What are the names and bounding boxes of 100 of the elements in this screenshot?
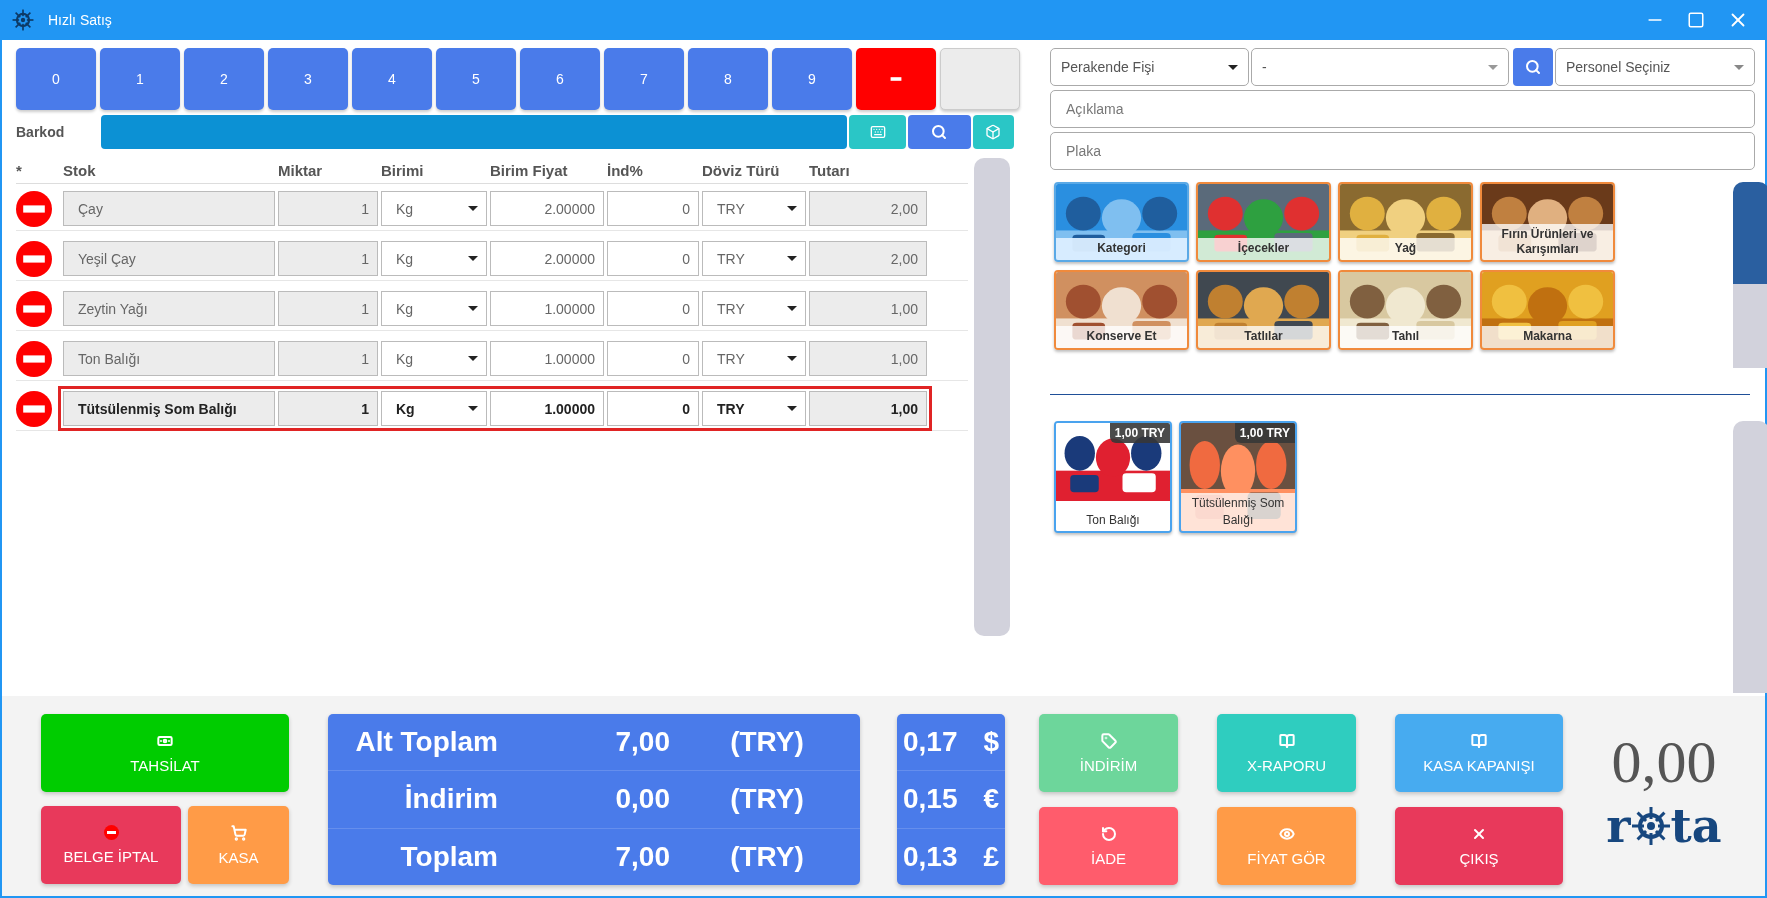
unit-select[interactable]: Kg: [381, 291, 487, 326]
unit-price-field[interactable]: 2.00000: [490, 241, 604, 276]
total-label: Alt Toplam: [354, 726, 498, 759]
keypad-key[interactable]: 1: [100, 48, 180, 110]
caret-icon: [468, 256, 478, 261]
currency-select[interactable]: TRY: [702, 391, 806, 426]
quantity-field[interactable]: 1: [278, 291, 378, 326]
customer-select[interactable]: -: [1251, 48, 1509, 86]
keypad-key[interactable]: 2: [184, 48, 264, 110]
unit-price-field[interactable]: 1.00000: [490, 391, 604, 426]
keypad-key[interactable]: 9: [772, 48, 852, 110]
quantity-field[interactable]: 1: [278, 341, 378, 376]
product-tile[interactable]: 1,00 TRY Tütsülenmiş Som Balığı: [1179, 421, 1297, 533]
description-field[interactable]: Açıklama: [1050, 90, 1755, 128]
window-title: Hızlı Satış: [48, 12, 113, 28]
remove-row-icon[interactable]: [16, 340, 52, 377]
total-currency: (TRY): [729, 726, 805, 759]
remove-row-icon[interactable]: [16, 240, 52, 277]
currency-symbol: €: [983, 783, 999, 816]
category-tile[interactable]: İçecekler: [1196, 182, 1331, 262]
wheel-icon: [12, 9, 34, 31]
unit-price-field[interactable]: 1.00000: [490, 291, 604, 326]
unit-select[interactable]: Kg: [381, 341, 487, 376]
action-button[interactable]: BELGE İPTAL: [41, 806, 181, 884]
category-tile[interactable]: Konserve Et: [1054, 270, 1189, 350]
category-tile[interactable]: Tatlılar: [1196, 270, 1331, 350]
cart-icon: [230, 824, 247, 841]
category-tile[interactable]: Fırın Ürünleri ve Karışımları: [1480, 182, 1615, 262]
barcode-field[interactable]: [101, 115, 848, 149]
caret-icon: [787, 256, 797, 261]
unit-select[interactable]: Kg: [381, 191, 487, 226]
discount-field[interactable]: 0: [607, 391, 699, 426]
remove-row-icon[interactable]: [16, 390, 52, 427]
keypad-key[interactable]: 4: [352, 48, 432, 110]
caret-icon: [468, 356, 478, 361]
minus-circle-icon[interactable]: [103, 825, 119, 840]
price-badge: 1,00 TRY: [1234, 423, 1295, 443]
total-label: İndirim: [403, 783, 498, 816]
category-tile[interactable]: Kategori: [1054, 182, 1189, 262]
column-header: Birim Fiyat: [490, 162, 569, 179]
discount-field[interactable]: 0: [607, 291, 699, 326]
plate-field[interactable]: Plaka: [1050, 132, 1755, 170]
category-tile[interactable]: Makarna: [1480, 270, 1615, 350]
total-cell: 1,00: [809, 291, 927, 326]
foreign-amount: 0,13: [903, 840, 958, 873]
scrollbar[interactable]: [1733, 421, 1767, 693]
keypad-key[interactable]: 7: [604, 48, 684, 110]
category-tile[interactable]: Yağ: [1338, 182, 1473, 262]
display-amount: 0,00: [1611, 728, 1717, 797]
quantity-field[interactable]: 1: [278, 191, 378, 226]
staff-select[interactable]: Personel Seçiniz: [1555, 48, 1755, 86]
category-label: Yağ: [1340, 238, 1471, 260]
unit-price-field[interactable]: 1.00000: [490, 341, 604, 376]
discount-field[interactable]: 0: [607, 241, 699, 276]
maximize-icon[interactable]: [1687, 11, 1705, 29]
search-button[interactable]: [1513, 48, 1553, 86]
stock-cell: Tütsülenmiş Som Balığı: [63, 391, 275, 426]
unit-select[interactable]: Kg: [381, 391, 487, 426]
undo-icon: [1100, 825, 1117, 842]
box-button[interactable]: [972, 115, 1014, 149]
currency-select[interactable]: TRY: [702, 191, 806, 226]
keyboard-button[interactable]: [849, 115, 906, 149]
discount-field[interactable]: 0: [607, 191, 699, 226]
caret-icon: [1488, 64, 1498, 70]
keypad-key[interactable]: 3: [268, 48, 348, 110]
unit-price-field[interactable]: 2.00000: [490, 191, 604, 226]
stock-cell: Çay: [63, 191, 275, 226]
discount-field[interactable]: 0: [607, 341, 699, 376]
receipt-type-select[interactable]: Perakende Fişi: [1050, 48, 1249, 86]
scrollbar[interactable]: [974, 158, 1010, 636]
quantity-field[interactable]: 1: [278, 391, 378, 426]
remove-row-icon[interactable]: [16, 190, 52, 227]
category-label: Konserve Et: [1056, 326, 1187, 348]
currency-select[interactable]: TRY: [702, 241, 806, 276]
column-header: Döviz Türü: [702, 162, 781, 179]
product-tile[interactable]: 1,00 TRY Ton Balığı: [1054, 421, 1172, 533]
keypad-key[interactable]: 8: [688, 48, 768, 110]
caret-icon: [787, 206, 797, 211]
total-amount: 0,00: [614, 783, 670, 816]
currency-symbol: $: [983, 726, 999, 759]
total-amount: 7,00: [614, 840, 670, 873]
currency-select[interactable]: TRY: [702, 341, 806, 376]
category-label: Fırın Ürünleri ve Karışımları: [1482, 224, 1613, 260]
product-name: Ton Balığı: [1056, 510, 1170, 531]
remove-row-icon[interactable]: [16, 290, 52, 327]
barcode-label: Barkod: [16, 124, 66, 140]
quantity-field[interactable]: 1: [278, 241, 378, 276]
keypad-key[interactable]: 5: [436, 48, 516, 110]
action-button[interactable]: ÇIKIŞ: [1395, 807, 1563, 885]
tag-icon: [1100, 732, 1117, 749]
scrollbar[interactable]: [1733, 182, 1767, 368]
currency-select[interactable]: TRY: [702, 291, 806, 326]
stock-cell: Ton Balığı: [63, 341, 275, 376]
caret-icon: [468, 406, 478, 411]
total-cell: 2,00: [809, 241, 927, 276]
unit-select[interactable]: Kg: [381, 241, 487, 276]
keypad-key[interactable]: 6: [520, 48, 600, 110]
keypad-key[interactable]: 0: [16, 48, 96, 110]
category-tile[interactable]: Tahıl: [1338, 270, 1473, 350]
search-button[interactable]: [908, 115, 971, 149]
